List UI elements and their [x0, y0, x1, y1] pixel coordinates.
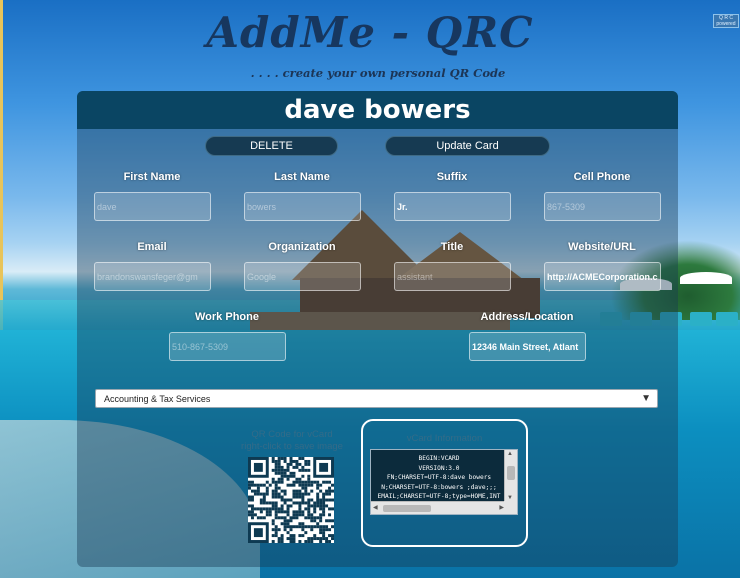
suffix-label: Suffix [436, 171, 468, 183]
website-label: Website/URL [568, 241, 636, 253]
title-input[interactable] [394, 262, 511, 291]
chevron-down-icon: ▼ [641, 393, 651, 404]
contact-card: dave bowers DELETE Update Card First Nam… [77, 91, 678, 567]
vcard-text: BEGIN:VCARD VERSION:3.0 FN;CHARSET=UTF-8… [377, 455, 501, 500]
vcard-panel: vCard Information BEGIN:VCARD VERSION:3.… [361, 419, 528, 547]
update-card-button[interactable]: Update Card [385, 136, 550, 156]
vcard-textarea[interactable]: BEGIN:VCARD VERSION:3.0 FN;CHARSET=UTF-8… [370, 449, 518, 515]
last-name-input[interactable] [244, 192, 361, 221]
qr-code-graphic [248, 457, 334, 543]
organization-label: Organization [268, 241, 336, 253]
vcard-title: vCard Information [406, 433, 483, 444]
vertical-scrollbar[interactable]: ▲ ▼ [504, 450, 517, 502]
cell-phone-label: Cell Phone [573, 171, 631, 183]
scroll-left-icon[interactable]: ◀ [373, 504, 378, 511]
app-tagline: . . . . create your own personal QR Code [250, 66, 506, 80]
qr-caption-line2: right-click to save image [241, 441, 343, 452]
work-phone-label: Work Phone [195, 311, 259, 323]
qr-code-image[interactable] [248, 457, 334, 543]
address-input[interactable] [469, 332, 586, 361]
qr-caption-line1: QR Code for vCard [251, 429, 333, 440]
scroll-up-icon[interactable]: ▲ [507, 451, 513, 457]
scroll-thumb[interactable] [507, 466, 515, 480]
address-label: Address/Location [480, 311, 574, 323]
qr-caption: QR Code for vCard right-click to save im… [223, 429, 361, 453]
powered-badge[interactable]: Q R C powered [713, 14, 739, 28]
website-input[interactable] [544, 262, 661, 291]
last-name-label: Last Name [274, 171, 330, 183]
category-select[interactable]: Accounting & Tax Services ▼ [95, 389, 658, 408]
delete-button[interactable]: DELETE [205, 136, 338, 156]
organization-input[interactable] [244, 262, 361, 291]
app-title: AddMe - QRC [206, 8, 534, 57]
email-input[interactable] [94, 262, 211, 291]
first-name-label: First Name [123, 171, 181, 183]
title-label: Title [440, 241, 464, 253]
suffix-input[interactable] [394, 192, 511, 221]
horizontal-scrollbar[interactable]: ◀ ▶ [371, 501, 506, 514]
card-name-heading: dave bowers [77, 91, 678, 129]
first-name-input[interactable] [94, 192, 211, 221]
cell-phone-input[interactable] [544, 192, 661, 221]
category-selected-value: Accounting & Tax Services [104, 393, 211, 404]
scroll-corner [504, 501, 517, 514]
email-label: Email [137, 241, 167, 253]
work-phone-input[interactable] [169, 332, 286, 361]
scroll-thumb-horizontal[interactable] [383, 505, 431, 512]
